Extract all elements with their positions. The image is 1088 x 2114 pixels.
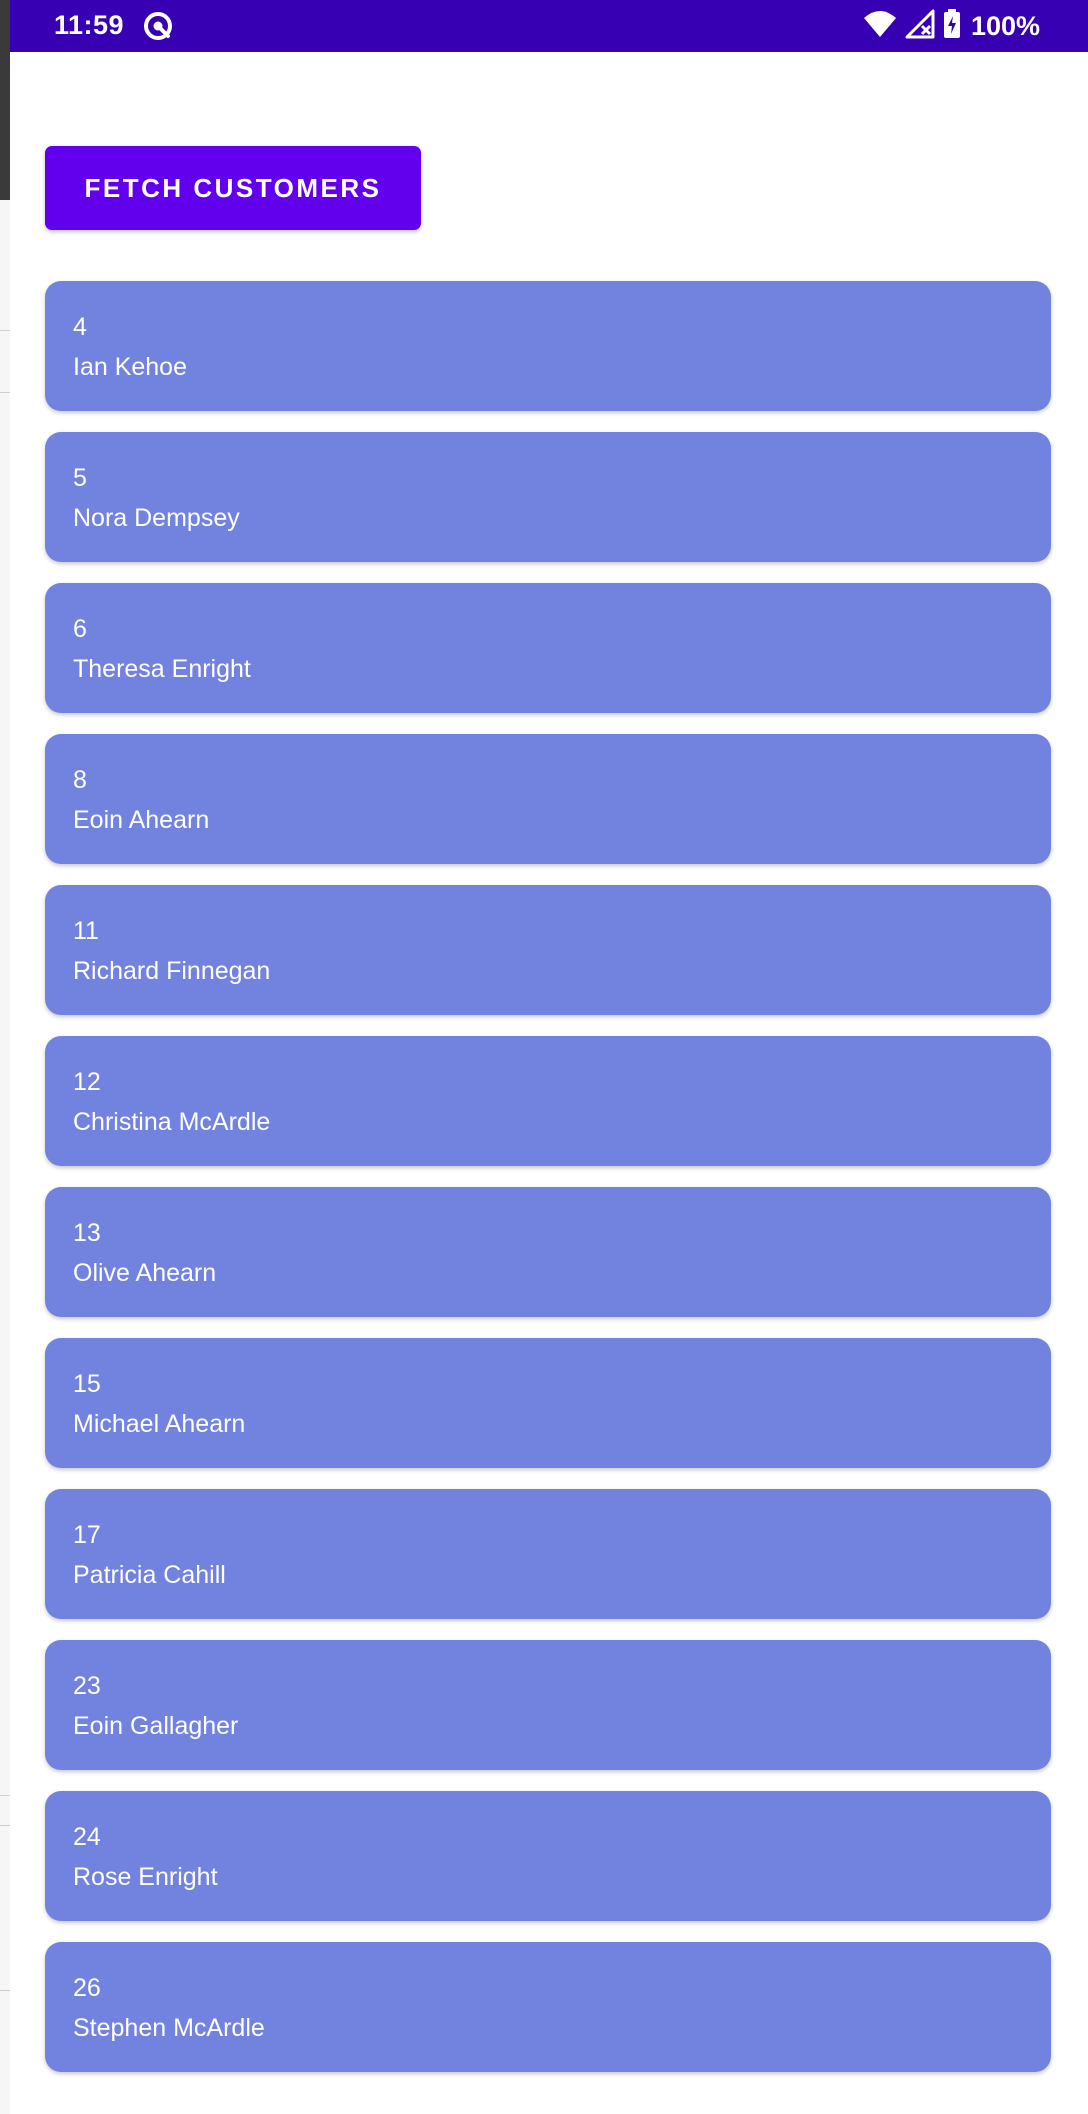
customer-name: Ian Kehoe bbox=[73, 353, 187, 381]
customer-name: Theresa Enright bbox=[73, 655, 251, 683]
battery-percentage: 100% bbox=[970, 10, 1040, 41]
customer-name: Olive Ahearn bbox=[73, 1259, 217, 1287]
background-divider bbox=[0, 1795, 10, 1796]
status-icons: 100% bbox=[863, 8, 1040, 44]
customer-id: 12 bbox=[73, 1068, 101, 1096]
customer-id: 23 bbox=[73, 1672, 101, 1700]
background-divider bbox=[0, 330, 10, 331]
customer-name: Nora Dempsey bbox=[73, 504, 240, 532]
customer-name: Eoin Gallagher bbox=[73, 1712, 239, 1740]
customer-card[interactable]: 11 Richard Finnegan bbox=[45, 885, 1051, 1015]
customer-name: Stephen McArdle bbox=[73, 2014, 265, 2042]
customer-card[interactable]: 24 Rose Enright bbox=[45, 1791, 1051, 1921]
background-divider bbox=[0, 392, 10, 393]
customer-card[interactable]: 5 Nora Dempsey bbox=[45, 432, 1051, 562]
customer-name: Michael Ahearn bbox=[73, 1410, 246, 1438]
cell-signal-no-service-icon bbox=[905, 9, 935, 44]
customer-card[interactable]: 12 Christina McArdle bbox=[45, 1036, 1051, 1166]
customer-card[interactable]: 8 Eoin Ahearn bbox=[45, 734, 1051, 864]
background-divider bbox=[0, 1990, 10, 1991]
wifi-icon bbox=[863, 9, 897, 44]
customer-id: 4 bbox=[73, 313, 87, 341]
status-bar: 11:59 100% bbox=[10, 0, 1088, 52]
customer-id: 17 bbox=[73, 1521, 101, 1549]
customer-card[interactable]: 23 Eoin Gallagher bbox=[45, 1640, 1051, 1770]
customer-id: 26 bbox=[73, 1974, 101, 2002]
customer-name: Rose Enright bbox=[73, 1863, 218, 1891]
sync-icon bbox=[142, 10, 174, 42]
status-time: 11:59 bbox=[54, 10, 125, 40]
customer-name: Christina McArdle bbox=[73, 1108, 271, 1136]
customer-name: Eoin Ahearn bbox=[73, 806, 210, 834]
customer-card[interactable]: 17 Patricia Cahill bbox=[45, 1489, 1051, 1619]
fetch-customers-button[interactable]: FETCH CUSTOMERS bbox=[45, 146, 421, 230]
phone-screen: 11:59 100% FETCH CUSTOMERS 4 Ian Kehoe 5… bbox=[10, 0, 1088, 2114]
customer-id: 13 bbox=[73, 1219, 101, 1247]
customer-card[interactable]: 13 Olive Ahearn bbox=[45, 1187, 1051, 1317]
customer-list: 4 Ian Kehoe 5 Nora Dempsey 6 Theresa Enr… bbox=[45, 281, 1051, 2093]
customer-card[interactable]: 6 Theresa Enright bbox=[45, 583, 1051, 713]
background-window-edge bbox=[0, 0, 10, 2114]
customer-id: 24 bbox=[73, 1823, 101, 1851]
customer-id: 5 bbox=[73, 464, 87, 492]
customer-card[interactable]: 15 Michael Ahearn bbox=[45, 1338, 1051, 1468]
customer-id: 8 bbox=[73, 766, 87, 794]
background-divider bbox=[0, 1825, 10, 1826]
background-window-panel bbox=[0, 200, 10, 2114]
battery-charging-icon bbox=[943, 8, 961, 44]
customer-name: Richard Finnegan bbox=[73, 957, 271, 985]
customer-card[interactable]: 4 Ian Kehoe bbox=[45, 281, 1051, 411]
customer-name: Patricia Cahill bbox=[73, 1561, 226, 1589]
customer-card[interactable]: 26 Stephen McArdle bbox=[45, 1942, 1051, 2072]
customer-id: 15 bbox=[73, 1370, 101, 1398]
customer-id: 11 bbox=[73, 917, 99, 945]
customer-id: 6 bbox=[73, 615, 87, 643]
